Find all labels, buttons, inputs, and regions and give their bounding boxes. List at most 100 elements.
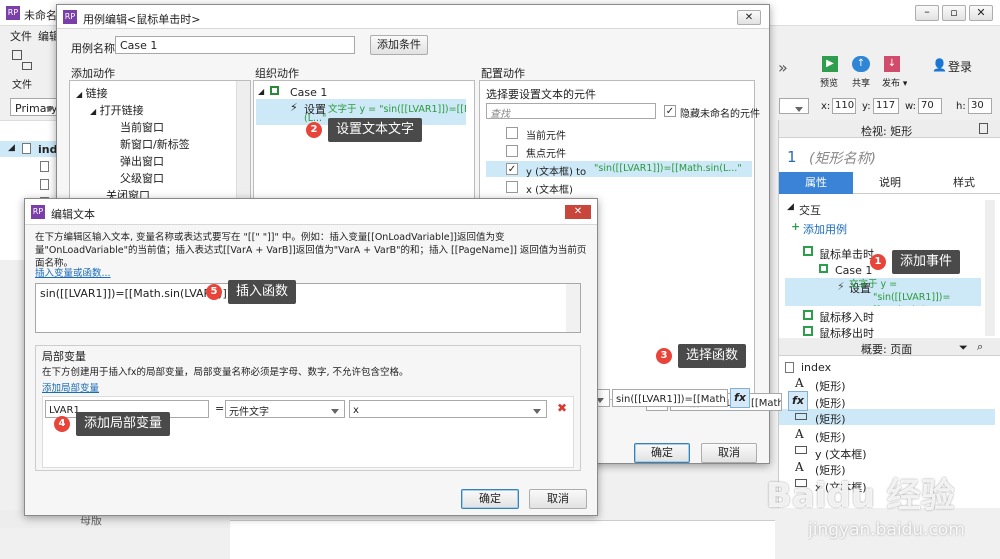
var-type-select[interactable]: 元件文字 bbox=[225, 400, 345, 418]
tab-properties[interactable]: 属性 bbox=[779, 172, 853, 194]
local-vars-group: 局部变量 在下方创建用于插入fx的局部变量，局部变量名称必须是字母、数字, 不允… bbox=[35, 345, 581, 471]
edit-text-title: 编辑文本 bbox=[51, 208, 95, 221]
fx-button[interactable]: fx bbox=[730, 388, 750, 408]
element-row[interactable]: x (文本框) bbox=[486, 179, 752, 196]
page-index-row[interactable]: ◢ index bbox=[0, 141, 72, 157]
menu-file[interactable]: 文件 bbox=[10, 28, 32, 44]
w-field[interactable]: 70 bbox=[918, 98, 942, 114]
app-logo-icon: RP bbox=[6, 6, 20, 20]
x-field[interactable]: 110 bbox=[832, 98, 856, 114]
preview-label: 预览 bbox=[820, 79, 839, 89]
style-select[interactable] bbox=[779, 98, 809, 114]
lightning-icon: ⚡ bbox=[837, 280, 845, 293]
outline-item[interactable]: (矩形) bbox=[795, 393, 945, 410]
share-icon[interactable]: ↑ bbox=[852, 56, 870, 72]
watermark-logo: Baidu 经验 bbox=[766, 476, 955, 516]
minimize-button[interactable]: – bbox=[915, 5, 939, 21]
case-ok-button[interactable]: 确定 bbox=[634, 443, 690, 463]
add-case-link[interactable]: 添加用例 bbox=[803, 221, 847, 237]
expression-editor[interactable]: sin([[LVAR1]])=[[Math.sin(LVAR1)]] bbox=[35, 283, 581, 333]
tree-node-new-window[interactable]: 新窗口/新标签 bbox=[120, 136, 190, 152]
case-editor-title: 用例编辑<鼠标单击时> bbox=[83, 13, 201, 26]
hide-unnamed-checkbox[interactable] bbox=[664, 105, 676, 117]
close-button[interactable]: ✕ bbox=[565, 205, 591, 219]
login-link[interactable]: 登录 bbox=[948, 58, 972, 75]
element-row[interactable]: 当前元件 bbox=[486, 125, 752, 142]
interaction-section: 交互 bbox=[799, 204, 821, 217]
close-button[interactable]: ✕ bbox=[969, 5, 993, 21]
h-field[interactable]: 30 bbox=[968, 98, 992, 114]
outline-item[interactable]: y (文本框) bbox=[795, 444, 945, 461]
event-click[interactable]: 鼠标单击时 bbox=[819, 246, 874, 262]
tree-node-open-link[interactable]: ◢ 打开链接 bbox=[90, 102, 144, 118]
add-icon[interactable]: + bbox=[791, 220, 800, 233]
action-item[interactable]: ⚡ 设置 文字于 y = "sin([[LVAR1]])=[[Math.sin(… bbox=[785, 278, 981, 306]
tree-node-link[interactable]: ◢ 链接 bbox=[76, 85, 108, 101]
case-icon bbox=[819, 264, 828, 273]
outline-item[interactable]: A (矩形) bbox=[795, 376, 945, 393]
case-cancel-button[interactable]: 取消 bbox=[701, 443, 757, 463]
right-toolbar: » ▶ 预览 ↑ 共享 ↓ 发布 ▾ 👤 登录 bbox=[770, 44, 1000, 94]
page-select[interactable]: Primary Bu bbox=[10, 98, 76, 116]
maximize-button[interactable]: ▫ bbox=[942, 5, 966, 21]
organize-action-heading: 组织动作 bbox=[255, 67, 299, 80]
outline-header: 概要: 页面 ⏷ ⌕ bbox=[779, 338, 1000, 356]
edit-text-titlebar: RP 编辑文本 ✕ bbox=[25, 199, 597, 225]
fx-button[interactable]: fx bbox=[788, 391, 808, 411]
y-field[interactable]: 117 bbox=[873, 98, 899, 114]
case-item[interactable]: Case 1 bbox=[835, 264, 872, 277]
element-checkbox[interactable] bbox=[506, 127, 518, 139]
tab-notes[interactable]: 说明 bbox=[853, 172, 927, 194]
preview-icon[interactable]: ▶ bbox=[822, 56, 838, 72]
search-icon[interactable]: ⌕ bbox=[977, 340, 983, 354]
org-case-item[interactable]: Case 1 bbox=[290, 86, 327, 99]
publish-label: 发布 ▾ bbox=[882, 79, 908, 89]
shape-name-field[interactable]: (矩形名称) bbox=[809, 148, 876, 168]
tree-node-current-window[interactable]: 当前窗口 bbox=[120, 119, 164, 135]
element-checkbox[interactable] bbox=[506, 163, 518, 175]
delete-icon[interactable]: ✖ bbox=[557, 401, 567, 415]
event-icon bbox=[803, 326, 813, 336]
editor-scrollbar[interactable] bbox=[566, 284, 580, 332]
element-checkbox[interactable] bbox=[506, 145, 518, 157]
local-vars-description: 在下方创建用于插入fx的局部变量，局部变量名称必须是字母、数字, 不允许包含空格… bbox=[42, 367, 409, 378]
inspector-scrollbar[interactable] bbox=[985, 200, 995, 336]
edit-text-dialog: RP 编辑文本 ✕ 在下方编辑区输入文本, 变量名称或表达式要写在 "[[" "… bbox=[24, 198, 598, 516]
close-button[interactable]: ✕ bbox=[737, 10, 761, 25]
insert-variable-link[interactable]: 插入变量或函数... bbox=[35, 265, 111, 279]
var-target-select[interactable]: x bbox=[349, 400, 547, 418]
expand-arrow-icon[interactable]: ◢ bbox=[787, 202, 794, 212]
page-icon bbox=[22, 143, 31, 154]
outline-root[interactable]: index bbox=[801, 361, 831, 374]
tree-scrollbar[interactable] bbox=[236, 81, 250, 199]
note-icon[interactable] bbox=[979, 123, 988, 134]
element-checkbox[interactable] bbox=[506, 181, 518, 193]
expand-toolbar-icon[interactable]: » bbox=[778, 58, 788, 77]
element-row[interactable]: y (文本框) to "sin([[LVAR1]])=[[Math.sin(L.… bbox=[486, 161, 752, 178]
event-mouse-enter[interactable]: 鼠标移入时 bbox=[819, 309, 874, 325]
tree-node-parent-window[interactable]: 父级窗口 bbox=[120, 170, 164, 186]
publish-icon[interactable]: ↓ bbox=[884, 56, 900, 72]
file-tool-label: 文件 bbox=[12, 80, 32, 91]
value-field[interactable]: sin([[LVAR1]])=[[Math.sin(LVA bbox=[612, 389, 728, 407]
page-icon[interactable] bbox=[40, 179, 49, 190]
outline-item[interactable]: A (矩形) bbox=[795, 427, 945, 444]
case-name-field[interactable]: Case 1 bbox=[115, 36, 355, 54]
canvas-area[interactable] bbox=[230, 520, 775, 559]
add-local-var-link[interactable]: 添加局部变量 bbox=[42, 380, 99, 394]
edit-ok-button[interactable]: 确定 bbox=[461, 489, 519, 509]
page-icon[interactable] bbox=[40, 161, 49, 172]
add-condition-button[interactable]: 添加条件 bbox=[370, 35, 428, 55]
file-tool[interactable]: 文件 bbox=[8, 48, 38, 91]
element-row[interactable]: 焦点元件 bbox=[486, 143, 752, 160]
case-editor-titlebar: RP 用例编辑<鼠标单击时> ✕ bbox=[57, 5, 769, 29]
filter-icon[interactable]: ⏷ bbox=[959, 341, 968, 355]
edit-cancel-button[interactable]: 取消 bbox=[529, 489, 587, 509]
dialog-logo-icon: RP bbox=[31, 205, 45, 219]
add-action-heading: 添加动作 bbox=[71, 67, 115, 80]
element-search-field[interactable]: 查找 bbox=[486, 103, 656, 120]
tab-style[interactable]: 样式 bbox=[927, 172, 1000, 194]
outline-item[interactable]: (矩形) bbox=[779, 409, 995, 426]
case-name-label: 用例名称 bbox=[71, 42, 115, 55]
tree-node-popup[interactable]: 弹出窗口 bbox=[120, 153, 164, 169]
